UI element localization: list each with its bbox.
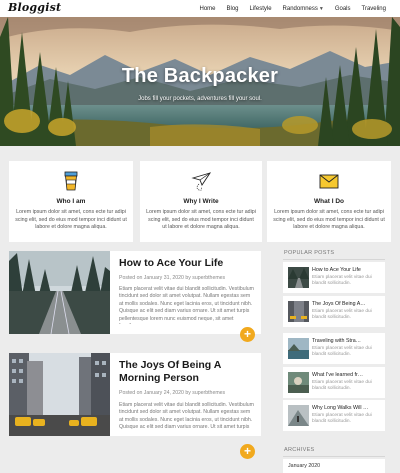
hero-banner: The Backpacker Jobs fill your pockets, a… [0,17,400,146]
popular-post-thumbnail [288,338,309,359]
nav-item-home[interactable]: Home [199,6,215,12]
nav-item-lifestyle[interactable]: Lifestyle [250,6,272,12]
popular-posts-heading: POPULAR POSTS [284,250,335,256]
post-meta: Posted on January 31, 2020 by superbthem… [119,275,226,281]
nav-item-randomness-label: Randomness [282,5,318,12]
divider [283,456,385,457]
read-more-plus-button[interactable]: + [240,327,255,342]
feature-card-why-i-write: Why I Write Lorem ipsum dolor sit amet, … [140,161,262,242]
popular-post-thumbnail [288,301,309,322]
post-card: The Joys Of Being A Morning Person Poste… [9,353,261,436]
popular-post-thumbnail [288,267,309,288]
popular-post-item[interactable]: Traveling with Stra… Etiam placerat veli… [283,333,385,364]
popular-post-excerpt: Etiam placerat velit vitae dui blandit s… [312,413,372,425]
post-excerpt: Etiam placerat velit vitae dui blandit s… [119,402,254,432]
cup-icon [64,171,78,191]
post-card: How to Ace Your Life Posted on January 3… [9,251,261,334]
popular-post-thumbnail [288,372,309,393]
railway-forest-image [9,251,110,334]
hero-title: The Backpacker [121,65,279,87]
feature-text: Lorem ipsum dolor sit amet, cons ecte tu… [273,209,385,231]
chevron-down-icon: ▼ [318,5,324,12]
nav-item-traveling[interactable]: Traveling [362,6,386,12]
archive-item[interactable]: January 2020 [283,459,385,473]
popular-post-thumbnail [288,405,309,426]
post-excerpt: Etiam placerat velit vitae dui blandit s… [119,286,254,324]
post-title[interactable]: How to Ace Your Life [119,257,253,270]
envelope-icon [319,174,339,189]
popular-post-item[interactable]: How to Ace Your Life Etiam placerat veli… [283,262,385,293]
feature-text: Lorem ipsum dolor sit amet, cons ecte tu… [15,209,127,231]
divider [283,259,385,260]
feature-text: Lorem ipsum dolor sit amet, cons ecte tu… [146,209,256,231]
main-nav: Home Blog Lifestyle Randomness▼ Goals Tr… [199,0,386,17]
archives-heading: ARCHIVES [284,447,315,453]
feature-title: What I Do [314,198,344,205]
popular-post-item[interactable]: Why Long Walks Will … Etiam placerat vel… [283,400,385,431]
feature-title: Who I am [56,198,86,205]
archive-link[interactable]: January 2020 [288,463,320,469]
nav-item-blog[interactable]: Blog [227,6,239,12]
popular-post-excerpt: Etiam placerat velit vitae dui blandit s… [312,275,372,287]
popular-post-title: Why Long Walks Will … [312,405,369,411]
popular-post-title: The Joys Of Being A… [312,301,366,307]
post-thumbnail[interactable] [9,251,110,334]
read-more-plus-button[interactable]: + [240,444,255,459]
popular-post-excerpt: Etiam placerat velit vitae dui blandit s… [312,309,372,321]
popular-post-title: What I've learned fr… [312,372,364,378]
post-meta: Posted on January 24, 2020 by superbthem… [119,390,226,396]
feature-title: Why I Write [183,198,219,205]
site-header: Bloggist Home Blog Lifestyle Randomness▼… [0,0,400,17]
post-thumbnail[interactable] [9,353,110,436]
popular-post-excerpt: Etiam placerat velit vitae dui blandit s… [312,380,372,392]
feature-card-what-i-do: What I Do Lorem ipsum dolor sit amet, co… [267,161,391,242]
hero-subtitle: Jobs fill your pockets, adventures fill … [138,96,262,102]
popular-post-item[interactable]: The Joys Of Being A… Etiam placerat veli… [283,296,385,327]
nav-item-goals[interactable]: Goals [335,6,351,12]
city-street-image [9,353,110,436]
popular-post-excerpt: Etiam placerat velit vitae dui blandit s… [312,346,372,358]
popular-post-title: How to Ace Your Life [312,267,361,273]
post-title[interactable]: The Joys Of Being A Morning Person [119,359,253,385]
popular-post-item[interactable]: What I've learned fr… Etiam placerat vel… [283,367,385,398]
paper-plane-icon [191,172,212,191]
feature-card-who-i-am: Who I am Lorem ipsum dolor sit amet, con… [9,161,133,242]
nav-item-randomness[interactable]: Randomness▼ [283,6,324,12]
popular-post-title: Traveling with Stra… [312,338,361,344]
site-logo[interactable]: Bloggist [8,1,61,14]
